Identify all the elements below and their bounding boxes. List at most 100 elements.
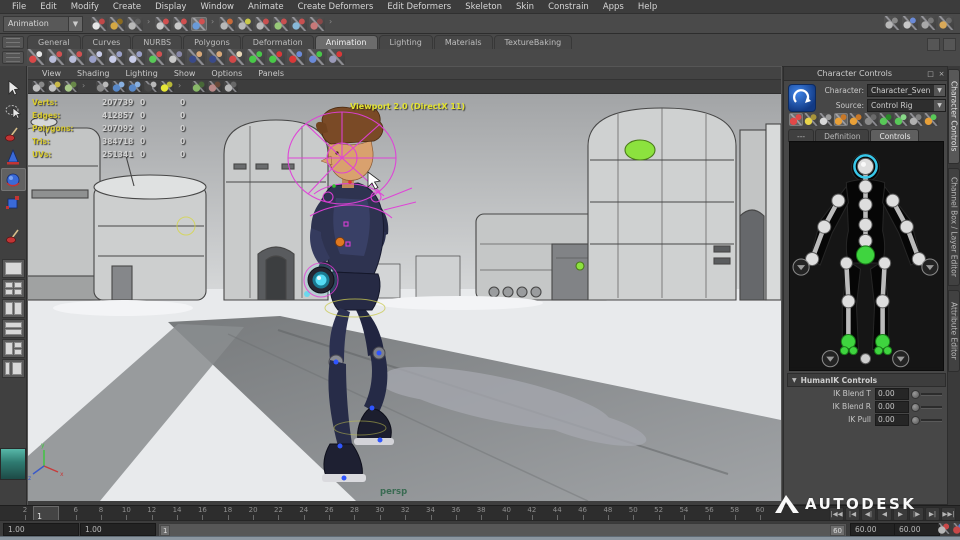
shelf-tab-menu-icon[interactable]	[2, 36, 24, 49]
character-tool-icon[interactable]	[819, 113, 833, 126]
status-line-icon[interactable]	[173, 16, 189, 31]
menu-set-dropdown[interactable]: Animation ▼	[3, 15, 83, 32]
viewport-bar-icon[interactable]	[208, 81, 222, 92]
range-option-icon[interactable]	[953, 523, 960, 534]
character-tool-icon[interactable]	[804, 113, 818, 126]
shelf-tab[interactable]: Deformation	[241, 35, 314, 49]
status-line-icon[interactable]	[938, 16, 954, 30]
shelf-icon[interactable]	[27, 49, 45, 65]
viewport-bar-icon[interactable]	[192, 81, 206, 92]
playback-end-field[interactable]: 60.00	[850, 523, 896, 536]
status-line-icon[interactable]	[920, 16, 936, 30]
menu-item[interactable]: Modify	[64, 2, 106, 12]
menu-item[interactable]: Apps	[596, 2, 631, 12]
menu-item[interactable]: Skeleton	[458, 2, 509, 12]
status-line-icon[interactable]	[109, 16, 125, 31]
viewport-bar-icon[interactable]	[32, 81, 46, 92]
status-line-icon[interactable]	[255, 16, 271, 31]
layout-outliner-persp-button[interactable]	[1, 359, 25, 378]
slider-groove[interactable]	[921, 393, 942, 396]
field-value-input[interactable]: 0.00	[875, 414, 909, 426]
last-tool-used-button[interactable]	[1, 224, 26, 247]
move-tool-button[interactable]	[1, 145, 26, 168]
rotate-tool-button[interactable]	[0, 168, 26, 191]
status-line-icon[interactable]	[237, 16, 253, 31]
shelf-icon[interactable]	[207, 49, 225, 65]
viewport-bar-icon[interactable]	[128, 81, 142, 92]
viewport-bar-icon[interactable]	[112, 81, 126, 92]
menu-item[interactable]: Edit Deformers	[380, 2, 458, 12]
slider-groove[interactable]	[921, 406, 942, 409]
viewport-menu-item[interactable]: Shading	[69, 69, 118, 78]
menu-item[interactable]: Create Deformers	[291, 2, 381, 12]
head-joint-selected[interactable]	[853, 154, 878, 179]
shelf-icon[interactable]	[167, 49, 185, 65]
status-line-icon[interactable]	[884, 16, 900, 30]
float-panel-icon[interactable]: □	[925, 70, 936, 78]
shelf-tab[interactable]: Materials	[433, 35, 493, 49]
menu-item[interactable]: Edit	[33, 2, 63, 12]
reference-node[interactable]	[859, 353, 872, 365]
dock-tab-channel-box-layer-editor[interactable]: Channel Box / Layer Editor	[948, 168, 960, 286]
shelf-icon[interactable]	[187, 49, 205, 65]
layout-two-pane-stacked-button[interactable]	[1, 319, 25, 338]
shelf-icon[interactable]	[87, 49, 105, 65]
viewport-bar-icon[interactable]	[64, 81, 78, 92]
character-tool-icon[interactable]	[909, 113, 923, 126]
shelf-selector[interactable]	[2, 36, 24, 64]
shelf-icon[interactable]	[107, 49, 125, 65]
playback-start-field[interactable]: 1.00	[80, 523, 156, 536]
menu-item[interactable]: Constrain	[541, 2, 596, 12]
viewport-menu-item[interactable]: Panels	[250, 69, 292, 78]
shelf-icon[interactable]	[247, 49, 265, 65]
character-representation[interactable]	[789, 141, 944, 371]
menu-item[interactable]: Display	[148, 2, 193, 12]
shelf-icon[interactable]	[267, 49, 285, 65]
shelf-icon[interactable]	[127, 49, 145, 65]
status-line-icon[interactable]	[209, 17, 217, 31]
slider-knob[interactable]	[911, 390, 920, 399]
character-tool-icon[interactable]	[864, 113, 878, 126]
viewport-menu-item[interactable]: View	[34, 69, 69, 78]
viewport-bar-icon[interactable]	[176, 81, 190, 92]
viewport-bar-icon[interactable]	[160, 81, 174, 92]
menu-item[interactable]: Create	[106, 2, 148, 12]
status-line-icon[interactable]	[145, 17, 153, 31]
viewport-bar-icon[interactable]	[144, 81, 158, 92]
character-controls-title-bar[interactable]: Character Controls □ ×	[784, 67, 947, 81]
source-dropdown[interactable]: Control Rig ▼	[867, 98, 946, 112]
select-tool-button[interactable]	[1, 76, 26, 99]
field-value-input[interactable]: 0.00	[875, 401, 909, 413]
lasso-tool-button[interactable]	[1, 99, 26, 122]
layout-preview-thumbnail[interactable]	[0, 448, 26, 480]
viewport-menu-item[interactable]: Options	[203, 69, 250, 78]
shelf-tab[interactable]: TextureBaking	[493, 35, 573, 49]
viewport-menu-item[interactable]: Lighting	[117, 69, 165, 78]
shelf-tab[interactable]: NURBS	[132, 35, 183, 49]
character-tool-icon[interactable]	[879, 113, 893, 126]
menu-item[interactable]: Help	[631, 2, 664, 12]
slider-groove[interactable]	[921, 419, 942, 422]
status-line-icon[interactable]	[155, 16, 171, 31]
viewport-bar-icon[interactable]	[96, 81, 110, 92]
layout-two-pane-side-button[interactable]	[1, 299, 25, 318]
shelf-tab[interactable]: General	[27, 35, 81, 49]
viewport-bar-icon[interactable]	[48, 81, 62, 92]
shelf-menu-icon[interactable]	[2, 51, 24, 64]
shelf-icon[interactable]	[227, 49, 245, 65]
status-line-icon[interactable]	[273, 16, 289, 31]
dock-tab-attribute-editor[interactable]: Attribute Editor	[948, 290, 960, 372]
status-line-icon[interactable]	[91, 16, 107, 31]
status-line-icon[interactable]	[219, 16, 235, 31]
viewport-menu-item[interactable]: Show	[166, 69, 204, 78]
shelf-tab[interactable]: Animation	[314, 35, 378, 49]
character-dropdown[interactable]: Character_Sven ▼	[867, 83, 946, 97]
playback-range-bar[interactable]: 1 60	[158, 523, 847, 537]
character-tool-icon[interactable]	[834, 113, 848, 126]
range-end-handle[interactable]: 60	[830, 525, 845, 536]
hips-joint[interactable]	[855, 245, 876, 265]
shelf-icon[interactable]	[67, 49, 85, 65]
shelf-tab[interactable]: Curves	[81, 35, 132, 49]
character-tool-icon[interactable]	[789, 113, 803, 126]
menu-item[interactable]: Window	[193, 2, 241, 12]
